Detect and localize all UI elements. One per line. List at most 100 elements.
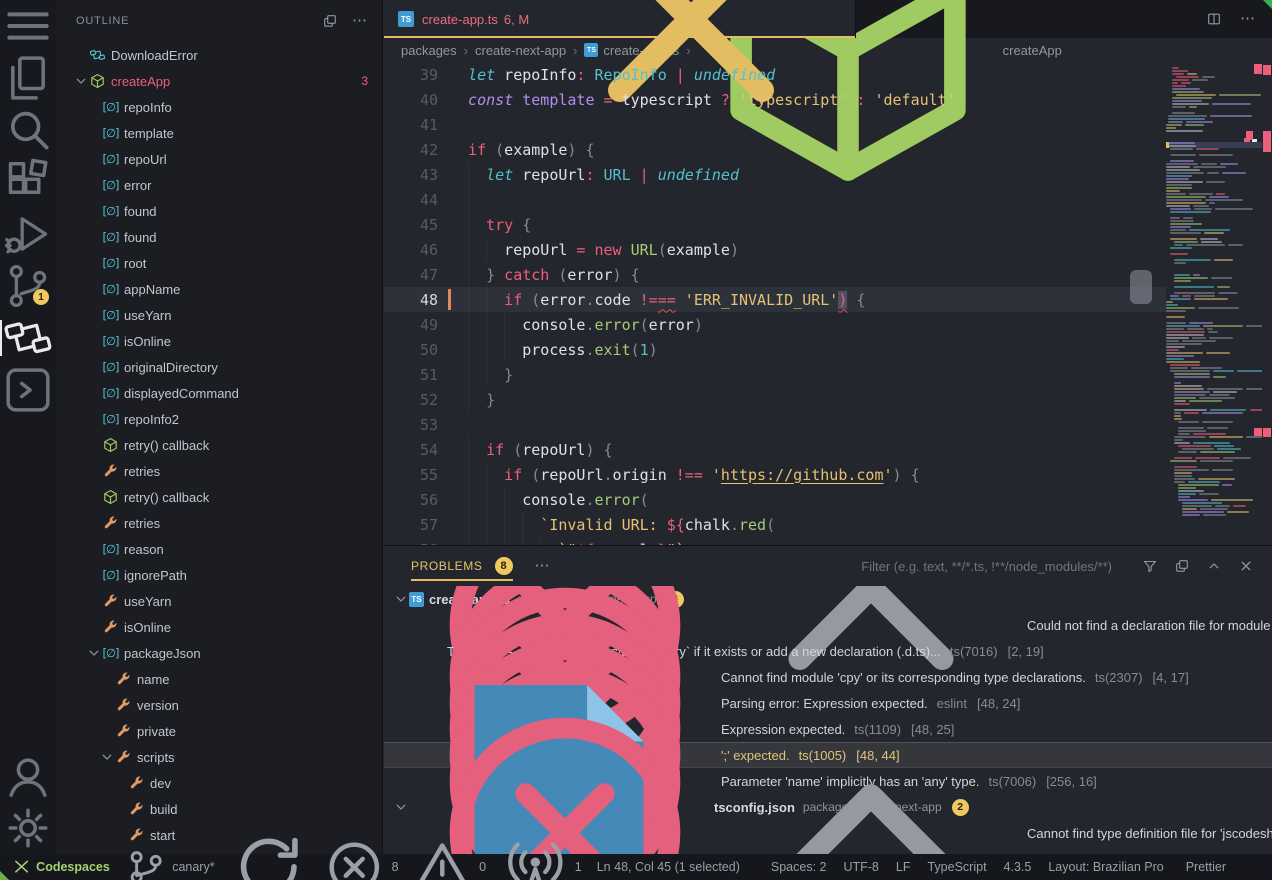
outline-item-found[interactable]: [∅]found <box>56 198 382 224</box>
tab-create-app-ts[interactable]: TS create-app.ts 6, M <box>384 0 856 38</box>
cursor-position[interactable]: Ln 48, Col 45 (1 selected) <box>597 860 740 874</box>
outline-item-retries[interactable]: retries <box>56 510 382 536</box>
minimap[interactable] <box>1166 62 1262 545</box>
activitybar-remote[interactable] <box>0 364 56 416</box>
outline-item-repoinfo[interactable]: [∅]repoInfo <box>56 94 382 120</box>
code-line[interactable]: 49console.error(error) <box>384 312 1166 337</box>
eol[interactable]: LF <box>896 860 911 874</box>
outline-item-retry-callback[interactable]: retry() callback <box>56 484 382 510</box>
outline-item-template[interactable]: [∅]template <box>56 120 382 146</box>
activitybar-gear[interactable] <box>0 802 56 854</box>
outline-item-downloaderror[interactable]: DownloadError <box>56 42 382 68</box>
outline-item-label: dev <box>150 776 171 791</box>
chevron-down-icon[interactable] <box>393 591 409 607</box>
code-line[interactable]: 47} catch (error) { <box>384 262 1166 287</box>
outline-item-packagejson[interactable]: [∅]packageJson <box>56 640 382 666</box>
outline-item-displayedcommand[interactable]: [∅]displayedCommand <box>56 380 382 406</box>
outline-item-useyarn[interactable]: useYarn <box>56 588 382 614</box>
activitybar-search[interactable] <box>0 104 56 156</box>
activitybar-hierarchy[interactable] <box>0 312 56 364</box>
editor-more-actions-icon[interactable]: ⋯ <box>1240 14 1256 24</box>
outline-item-found[interactable]: [∅]found <box>56 224 382 250</box>
outline-item-createapp[interactable]: createApp3 <box>56 68 382 94</box>
code-line[interactable]: 45try { <box>384 212 1166 237</box>
activitybar-menu[interactable] <box>0 0 56 52</box>
outline-item-reason[interactable]: [∅]reason <box>56 536 382 562</box>
language-mode[interactable]: TypeScript <box>927 860 986 874</box>
outline-item-useyarn[interactable]: [∅]useYarn <box>56 302 382 328</box>
split-editor-icon[interactable] <box>1206 11 1222 27</box>
indentation[interactable]: Spaces: 2 <box>771 860 827 874</box>
outline-item-ignorepath[interactable]: [∅]ignorePath <box>56 562 382 588</box>
layout[interactable]: Layout: Brazilian Pro <box>1048 860 1163 874</box>
outline-item-name[interactable]: name <box>56 666 382 692</box>
token: ( <box>531 291 540 309</box>
hierarchy-icon <box>0 310 56 366</box>
problems-panel: PROBLEMS 8 ⋯ Filter (e.g. text, **/*.ts,… <box>384 545 1272 854</box>
problems-indicator[interactable]: 80 <box>322 835 486 880</box>
code-line[interactable]: 42if (example) { <box>384 137 1166 162</box>
chevron-down-icon[interactable] <box>99 749 115 765</box>
outline-item-private[interactable]: private <box>56 718 382 744</box>
tab-problems[interactable]: PROBLEMS 8 <box>411 546 513 586</box>
outline-item-isonline[interactable]: isOnline <box>56 614 382 640</box>
code-line[interactable]: 52} <box>384 387 1166 412</box>
outline-item-retry-callback[interactable]: retry() callback <box>56 432 382 458</box>
collapse-all-icon[interactable] <box>322 13 338 29</box>
chevron-up-icon[interactable] <box>721 683 1021 872</box>
outline-item-repourl[interactable]: [∅]repoUrl <box>56 146 382 172</box>
code-line[interactable]: 53 <box>384 412 1166 437</box>
outline-item-dev[interactable]: dev <box>56 770 382 796</box>
outline-item-retries[interactable]: retries <box>56 458 382 484</box>
activitybar-debug[interactable] <box>0 208 56 260</box>
activitybar-files[interactable] <box>0 52 56 104</box>
chevron-down-icon[interactable] <box>393 799 409 815</box>
code-line[interactable]: 44 <box>384 187 1166 212</box>
outline-item-isonline[interactable]: [∅]isOnline <box>56 328 382 354</box>
code-line[interactable]: 40const template = typescript ? 'typescr… <box>384 87 1166 112</box>
code-line[interactable]: 56console.error( <box>384 487 1166 512</box>
code-editor[interactable]: 39let repoInfo: RepoInfo | undefined40co… <box>384 62 1272 545</box>
filter-icon[interactable] <box>1142 558 1158 574</box>
outline-item-scripts[interactable]: scripts <box>56 744 382 770</box>
outline-item-version[interactable]: version <box>56 692 382 718</box>
close-panel-icon[interactable] <box>1238 558 1254 574</box>
more-actions-icon[interactable]: ⋯ <box>352 16 368 26</box>
outline-item-repoinfo2[interactable]: [∅]repoInfo2 <box>56 406 382 432</box>
code-line[interactable]: 54if (repoUrl) { <box>384 437 1166 462</box>
maximize-panel-icon[interactable] <box>1206 558 1222 574</box>
panel-more-actions-icon[interactable]: ⋯ <box>535 561 551 571</box>
problems-filter-input[interactable]: Filter (e.g. text, **/*.ts, !**/node_mod… <box>861 559 1112 574</box>
breadcrumb-packages[interactable]: packages <box>401 43 457 58</box>
outline-item-build[interactable]: build <box>56 796 382 822</box>
editor-scrollbar[interactable] <box>1262 62 1272 545</box>
chevron-down-icon[interactable] <box>86 645 102 661</box>
code-line[interactable]: 58`"${example}"` <box>384 537 1166 545</box>
ts-version[interactable]: 4.3.5 <box>1004 860 1032 874</box>
prettier[interactable]: Prettier <box>1181 860 1226 874</box>
outline-item-originaldirectory[interactable]: [∅]originalDirectory <box>56 354 382 380</box>
code-line[interactable]: 57`Invalid URL: ${chalk.red( <box>384 512 1166 537</box>
code-line[interactable]: 39let repoInfo: RepoInfo | undefined <box>384 62 1166 87</box>
code-line[interactable]: 50process.exit(1) <box>384 337 1166 362</box>
code-line[interactable]: 46repoUrl = new URL(example) <box>384 237 1166 262</box>
code-line[interactable]: 55if (repoUrl.origin !== 'https://github… <box>384 462 1166 487</box>
activitybar-extensions[interactable] <box>0 156 56 208</box>
chevron-down-icon[interactable] <box>73 73 89 89</box>
minimap-slider[interactable] <box>1130 270 1152 304</box>
code-line[interactable]: 43let repoUrl: URL | undefined <box>384 162 1166 187</box>
outline-item-appname[interactable]: [∅]appName <box>56 276 382 302</box>
view-mode-icon[interactable] <box>1174 558 1190 574</box>
activitybar-account[interactable] <box>0 750 56 802</box>
branch-indicator[interactable]: canary* <box>125 846 215 880</box>
outline-item-root[interactable]: [∅]root <box>56 250 382 276</box>
remote-indicator[interactable]: Codespaces <box>12 857 110 876</box>
sync-button[interactable] <box>230 828 308 880</box>
activitybar-source-control[interactable]: 1 <box>0 260 56 312</box>
code-line[interactable]: 41 <box>384 112 1166 137</box>
code-line[interactable]: 48if (error.code !=== 'ERR_INVALID_URL')… <box>384 287 1166 312</box>
code-line[interactable]: 51} <box>384 362 1166 387</box>
ports-indicator[interactable]: 1 <box>501 833 582 880</box>
outline-item-error[interactable]: [∅]error <box>56 172 382 198</box>
encoding[interactable]: UTF-8 <box>843 860 878 874</box>
